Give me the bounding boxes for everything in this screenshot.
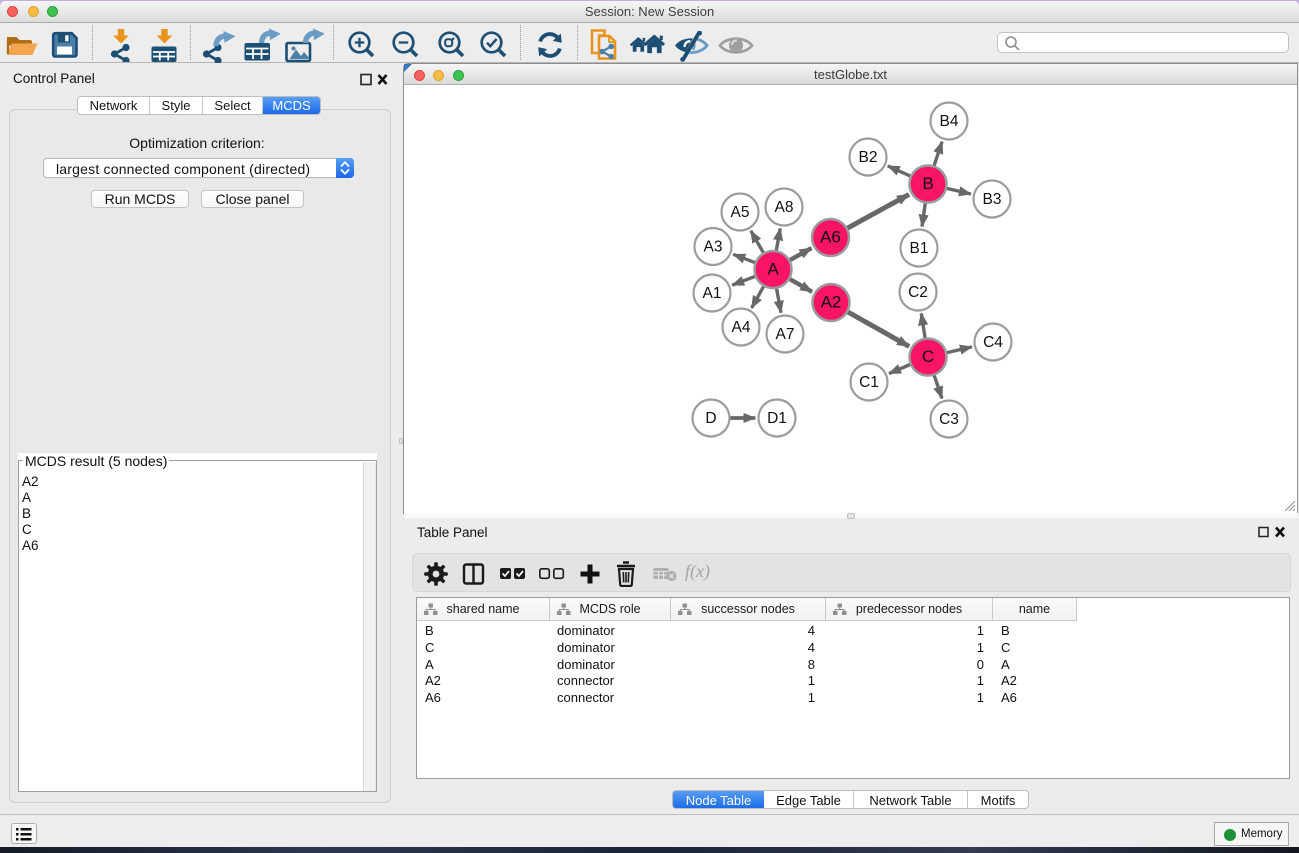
svg-text:A4: A4 bbox=[732, 319, 751, 336]
svg-text:A2: A2 bbox=[821, 293, 842, 312]
svg-text:C3: C3 bbox=[939, 411, 959, 428]
svg-text:C4: C4 bbox=[983, 334, 1003, 351]
svg-text:A7: A7 bbox=[776, 326, 795, 343]
svg-text:B3: B3 bbox=[983, 191, 1002, 208]
svg-text:B2: B2 bbox=[859, 149, 878, 166]
svg-text:A: A bbox=[767, 260, 779, 279]
svg-text:B4: B4 bbox=[940, 113, 959, 130]
svg-text:C2: C2 bbox=[908, 284, 928, 301]
svg-text:A5: A5 bbox=[731, 204, 750, 221]
svg-text:A1: A1 bbox=[703, 285, 722, 302]
svg-text:C1: C1 bbox=[859, 374, 879, 391]
svg-text:B1: B1 bbox=[910, 240, 929, 257]
svg-text:D: D bbox=[705, 410, 716, 427]
svg-text:A3: A3 bbox=[704, 239, 723, 256]
svg-text:D1: D1 bbox=[767, 410, 787, 427]
svg-text:A6: A6 bbox=[820, 228, 841, 247]
svg-text:B: B bbox=[922, 174, 933, 193]
svg-text:C: C bbox=[922, 347, 934, 366]
svg-text:A8: A8 bbox=[775, 199, 794, 216]
